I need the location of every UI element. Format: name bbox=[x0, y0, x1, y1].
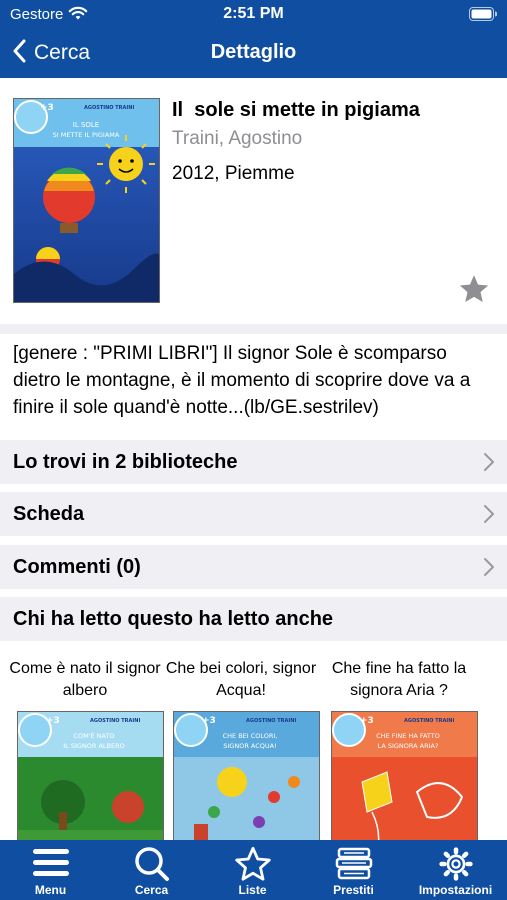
related-book-cover: +3 AGOSTINO TRAINI CHE BEI COLORI, SIGNO… bbox=[173, 711, 320, 841]
chevron-right-icon bbox=[483, 557, 495, 582]
svg-text:+3: +3 bbox=[202, 716, 216, 726]
tab-liste[interactable]: Liste bbox=[202, 840, 303, 900]
search-icon bbox=[101, 846, 202, 882]
tab-bar: Menu Cerca Liste Prestiti Impostazioni bbox=[0, 840, 507, 900]
tab-label: Menu bbox=[34, 883, 67, 897]
related-cover-author: AGOSTINO TRAINI bbox=[90, 718, 140, 724]
svg-text:LA SIGNORA ARIA?: LA SIGNORA ARIA? bbox=[378, 742, 439, 750]
battery-icon bbox=[469, 7, 498, 26]
navigation-bar: Cerca Dettaglio bbox=[0, 28, 507, 78]
related-section-header: Chi ha letto questo ha letto anche bbox=[0, 597, 507, 641]
libraries-row-label: Lo trovi in 2 biblioteche bbox=[13, 450, 238, 473]
svg-text:SIGNOR ACQUA!: SIGNOR ACQUA! bbox=[223, 742, 276, 750]
related-book-title: Che fine ha fatto la signora Aria ? bbox=[331, 660, 467, 699]
book-cover: +3 AGOSTINO TRAINI IL SOLE SI METTE IL P… bbox=[13, 98, 160, 303]
related-cover-author: AGOSTINO TRAINI bbox=[246, 718, 296, 724]
related-book-cover: +3 AGOSTINO TRAINI CHE FINE HA FATTO LA … bbox=[331, 711, 478, 841]
comments-row[interactable]: Commenti (0) bbox=[0, 545, 507, 589]
svg-text:IL SOLE: IL SOLE bbox=[73, 121, 99, 129]
svg-text:CHE FINE HA FATTO: CHE FINE HA FATTO bbox=[376, 732, 440, 740]
separator bbox=[0, 432, 507, 440]
svg-text:+3: +3 bbox=[46, 716, 60, 726]
svg-text:COM'È NATO: COM'È NATO bbox=[73, 731, 114, 740]
svg-text:CHE BEI COLORI,: CHE BEI COLORI, bbox=[223, 732, 278, 740]
book-detail: +3 AGOSTINO TRAINI IL SOLE SI METTE IL P… bbox=[0, 78, 507, 324]
libraries-row[interactable]: Lo trovi in 2 biblioteche bbox=[0, 440, 507, 484]
separator bbox=[0, 484, 507, 492]
separator bbox=[0, 324, 507, 334]
book-title: Il sole si mette in pigiama bbox=[172, 99, 420, 121]
star-icon bbox=[202, 846, 303, 882]
gear-icon bbox=[404, 846, 507, 882]
related-book[interactable]: Che fine ha fatto la signora Aria ? +3 A… bbox=[331, 641, 491, 841]
tab-label: Liste bbox=[238, 883, 267, 897]
related-heading: Chi ha letto questo ha letto anche bbox=[13, 607, 334, 630]
menu-icon bbox=[0, 846, 101, 880]
tab-label: Prestiti bbox=[333, 883, 374, 897]
related-cover-author: AGOSTINO TRAINI bbox=[404, 718, 454, 724]
status-time: 2:51 PM bbox=[223, 5, 284, 22]
tab-impostazioni[interactable]: Impostazioni bbox=[404, 840, 507, 900]
status-bar: Gestore 2:51 PM bbox=[0, 0, 507, 28]
tab-label: Cerca bbox=[134, 883, 169, 897]
book-year-publisher: 2012, Piemme bbox=[172, 163, 295, 184]
chevron-right-icon bbox=[483, 452, 495, 477]
chevron-right-icon bbox=[483, 504, 495, 529]
related-book[interactable]: Come è nato il signor albero +3 AGOSTINO… bbox=[5, 641, 165, 841]
comments-row-label: Commenti (0) bbox=[13, 555, 141, 578]
related-book[interactable]: Che bei colori, signor Acqua! +3 AGOSTIN… bbox=[166, 641, 333, 841]
tab-prestiti[interactable]: Prestiti bbox=[303, 840, 404, 900]
tab-menu[interactable]: Menu bbox=[0, 840, 101, 900]
related-books-carousel[interactable]: Come è nato il signor albero +3 AGOSTINO… bbox=[0, 641, 507, 841]
favorite-star-icon[interactable] bbox=[458, 274, 490, 309]
related-book-title: Che bei colori, signor Acqua! bbox=[165, 660, 317, 699]
svg-text:SI METTE IL PIGIAMA: SI METTE IL PIGIAMA bbox=[53, 131, 120, 139]
separator bbox=[0, 536, 507, 545]
book-author: Traini, Agostino bbox=[172, 128, 303, 149]
related-book-title: Come è nato il signor albero bbox=[9, 660, 161, 699]
page-title: Dettaglio bbox=[210, 41, 297, 63]
cover-badge: +3 bbox=[40, 103, 54, 113]
tab-cerca[interactable]: Cerca bbox=[101, 840, 202, 900]
cover-author: AGOSTINO TRAINI bbox=[84, 105, 134, 111]
separator bbox=[0, 589, 507, 597]
scheda-row[interactable]: Scheda bbox=[0, 492, 507, 536]
svg-text:+3: +3 bbox=[360, 716, 374, 726]
scheda-row-label: Scheda bbox=[13, 502, 85, 525]
related-book-cover: +3 AGOSTINO TRAINI COM'È NATO IL SIGNOR … bbox=[17, 711, 164, 841]
tab-label: Impostazioni bbox=[418, 883, 493, 897]
books-icon bbox=[303, 846, 404, 882]
book-description: [genere : "PRIMI LIBRI"] Il signor Sole … bbox=[0, 334, 507, 432]
svg-text:IL SIGNOR ALBERO: IL SIGNOR ALBERO bbox=[63, 742, 125, 750]
